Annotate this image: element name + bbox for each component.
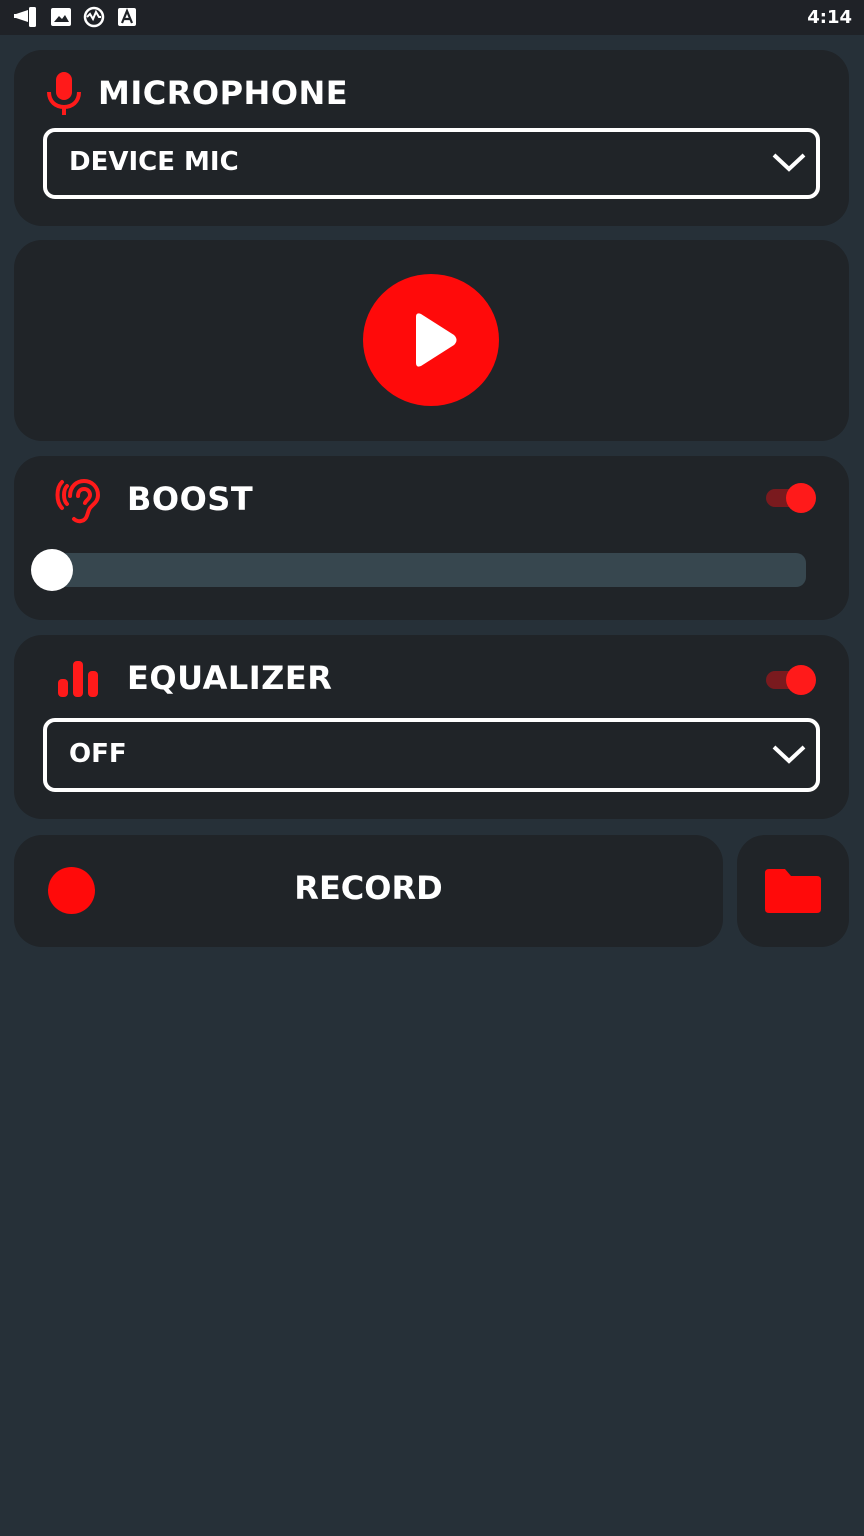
text-a-icon [116,6,138,28]
microphone-card: MICROPHONE DEVICE MIC [14,50,849,226]
status-time: 4:14 [807,7,852,28]
chevron-down-icon [770,742,808,770]
microphone-title: MICROPHONE [98,74,349,112]
microphone-icon [44,70,84,122]
boost-title: BOOST [127,480,254,518]
boost-toggle[interactable] [766,481,818,513]
sync-icon [82,5,106,29]
boost-slider-thumb[interactable] [31,549,73,591]
play-button[interactable] [363,274,499,406]
bars-icon [56,659,100,703]
boost-toggle-thumb [786,483,816,513]
microphone-select[interactable]: DEVICE MIC [43,128,820,199]
image-icon [50,7,72,27]
equalizer-toggle-thumb [786,665,816,695]
equalizer-toggle[interactable] [766,663,818,695]
status-bar: 4:14 [0,0,864,35]
folder-icon [763,867,823,919]
equalizer-card: EQUALIZER OFF [14,635,849,819]
megaphone-icon [14,6,40,28]
boost-slider-track[interactable] [40,553,806,587]
ear-icon [52,476,104,530]
equalizer-select[interactable]: OFF [43,718,820,792]
status-icons [14,5,138,29]
folder-button[interactable] [737,835,849,947]
microphone-selected-value: DEVICE MIC [69,147,239,177]
boost-card: BOOST [14,456,849,620]
equalizer-selected-value: OFF [69,739,127,769]
equalizer-title: EQUALIZER [127,659,333,697]
chevron-down-icon [770,150,808,178]
record-label: RECORD [294,869,443,907]
play-icon [410,311,460,373]
